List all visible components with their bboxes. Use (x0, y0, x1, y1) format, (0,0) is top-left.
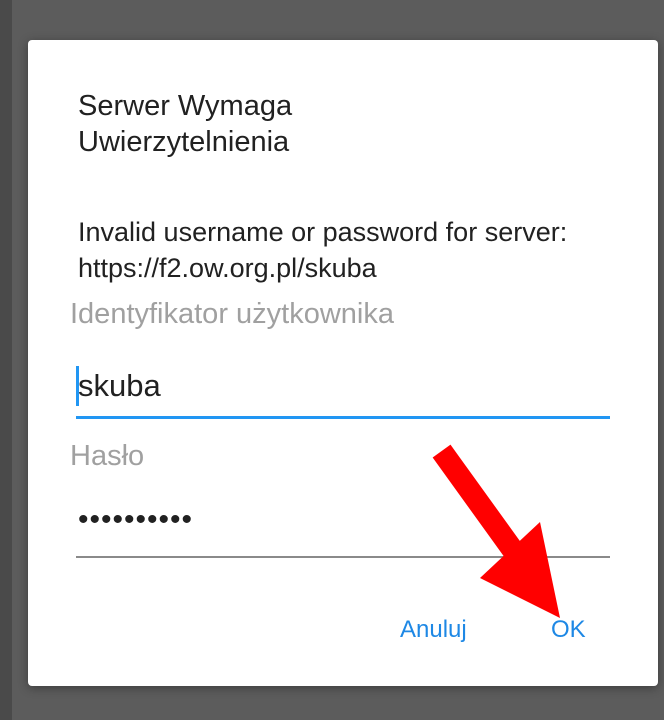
username-value: skuba (78, 368, 161, 403)
cancel-button[interactable]: Anuluj (400, 614, 467, 646)
username-field[interactable]: skuba (76, 356, 610, 419)
backdrop-strip (0, 0, 12, 720)
password-label: Hasło (70, 440, 145, 472)
username-label: Identyfikator użytkownika (70, 298, 394, 330)
dialog-message: Invalid username or password for server:… (78, 217, 568, 283)
ok-button[interactable]: OK (551, 614, 586, 646)
screen: Serwer Wymaga Uwierzytelnienia Invalid u… (0, 0, 664, 720)
dialog-title: Serwer Wymaga Uwierzytelnienia (78, 90, 293, 158)
auth-dialog: Serwer Wymaga Uwierzytelnienia Invalid u… (28, 40, 658, 686)
password-field[interactable]: •••••••••• (76, 496, 610, 558)
password-value: •••••••••• (78, 503, 194, 536)
